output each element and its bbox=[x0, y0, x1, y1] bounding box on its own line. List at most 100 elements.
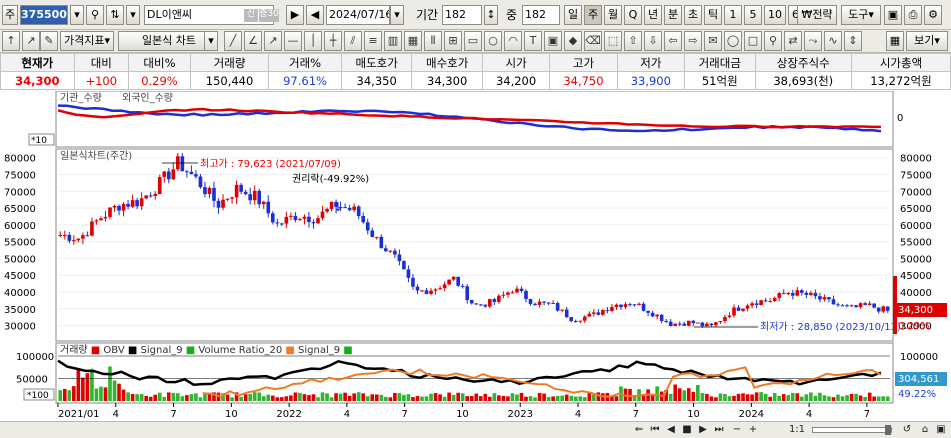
hline-tool-icon[interactable]: — bbox=[284, 31, 302, 51]
chart-svg[interactable]: 5000050000100000100000 30000300003500035… bbox=[0, 90, 951, 421]
zoom-in-icon[interactable]: + bbox=[746, 423, 760, 437]
eraser-tool-icon[interactable]: ⌫ bbox=[584, 31, 602, 51]
candle-body bbox=[117, 205, 121, 211]
x-tick-label: 10 bbox=[225, 409, 238, 420]
volume-bar bbox=[153, 394, 158, 401]
arrow-icon[interactable]: ↗ bbox=[22, 31, 40, 51]
candle-body bbox=[686, 320, 691, 326]
gann-tool-icon[interactable]: ⊞ bbox=[444, 31, 462, 51]
color-tool-icon[interactable]: ▣ bbox=[544, 31, 562, 51]
edit-icon[interactable]: ✎ bbox=[40, 31, 58, 51]
cursor-tool-icon[interactable]: ⬚ bbox=[604, 31, 622, 51]
cross-tool-icon[interactable]: ┼ bbox=[324, 31, 342, 51]
interval-button[interactable]: 분 bbox=[664, 5, 682, 25]
market-select[interactable]: 주 bbox=[2, 5, 18, 25]
arrow-right-tool-icon[interactable]: ⇨ bbox=[684, 31, 702, 51]
text-tool-icon[interactable]: T bbox=[524, 31, 542, 51]
reset-icon[interactable]: ↺ bbox=[900, 423, 914, 437]
zigzag-tool-icon[interactable]: ∿ bbox=[824, 31, 842, 51]
stop-icon[interactable]: ■ bbox=[680, 423, 694, 437]
interval-button[interactable]: 월 bbox=[604, 5, 622, 25]
chart-area[interactable]: 5000050000100000100000 30000300003500035… bbox=[0, 90, 951, 421]
up-down-tool-icon[interactable]: ⇕ bbox=[844, 31, 862, 51]
candle-body bbox=[876, 307, 881, 312]
volume-bar bbox=[465, 396, 470, 401]
arrow-up-tool-icon[interactable]: ⇧ bbox=[624, 31, 642, 51]
interval-button[interactable]: 일 bbox=[564, 5, 582, 25]
date-input[interactable]: 2024/07/16 bbox=[326, 5, 390, 25]
interval-button[interactable]: 초 bbox=[684, 5, 702, 25]
prev-icon[interactable]: ◀ bbox=[664, 423, 678, 437]
interval-button[interactable]: Q bbox=[624, 5, 642, 25]
prev-stock-icon[interactable]: ◀ bbox=[306, 5, 324, 25]
angle-tool-icon[interactable]: ∠ bbox=[244, 31, 262, 51]
channel-tool-icon[interactable]: ⫽ bbox=[344, 31, 362, 51]
print-icon[interactable]: ⎙ bbox=[904, 5, 922, 25]
view-button[interactable]: 보기▾ bbox=[906, 31, 948, 51]
save-icon[interactable]: ▣ bbox=[884, 5, 902, 25]
line-tool-icon[interactable]: ╱ bbox=[224, 31, 242, 51]
expand-icon[interactable]: ↑ bbox=[2, 31, 20, 51]
zoom-out-icon[interactable]: − bbox=[730, 423, 744, 437]
rect-tool-icon[interactable]: ▭ bbox=[464, 31, 482, 51]
oval-tool-icon[interactable]: ◯ bbox=[724, 31, 742, 51]
expand-chart-icon[interactable]: ▣ bbox=[934, 423, 948, 437]
arc-tool-icon[interactable]: ◠ bbox=[504, 31, 522, 51]
trend-tool-icon[interactable]: ⤳ bbox=[804, 31, 822, 51]
sort-icon[interactable]: ⇅ bbox=[106, 5, 124, 25]
vline-tool-icon[interactable]: │ bbox=[304, 31, 322, 51]
interval-button[interactable]: 10 bbox=[764, 5, 786, 25]
center-input[interactable]: 182 bbox=[522, 5, 560, 25]
last-page-icon[interactable]: ⏭ bbox=[712, 423, 726, 437]
settings-icon[interactable]: ⚙ bbox=[924, 5, 942, 25]
scroll-track[interactable] bbox=[812, 425, 892, 435]
candle-body bbox=[592, 312, 596, 314]
scroll-left-icon[interactable]: ⇐ bbox=[632, 423, 646, 437]
period-tool-icon[interactable]: ⫴ bbox=[424, 31, 442, 51]
interval-button[interactable]: 주 bbox=[584, 5, 602, 25]
interval-button[interactable]: 5 bbox=[744, 5, 762, 25]
first-page-icon[interactable]: ⏮ bbox=[648, 423, 662, 437]
sort-dropdown-icon[interactable]: ▾ bbox=[126, 5, 140, 25]
interval-button[interactable]: 년 bbox=[644, 5, 662, 25]
compare-tool-icon[interactable]: ⇄ bbox=[784, 31, 802, 51]
candle-body bbox=[252, 190, 257, 201]
interval-button[interactable]: 1 bbox=[724, 5, 742, 25]
period-spinner-icon[interactable]: ↕ bbox=[484, 5, 498, 25]
arrow-left-tool-icon[interactable]: ⇦ bbox=[664, 31, 682, 51]
fill-tool-icon[interactable]: ◆ bbox=[564, 31, 582, 51]
search-tool-icon[interactable]: ⚲ bbox=[764, 31, 782, 51]
quote-value-cell: 38,693(천) bbox=[754, 71, 852, 90]
layout-icon[interactable]: ▦ bbox=[886, 31, 904, 51]
interval-button[interactable]: 틱 bbox=[704, 5, 722, 25]
next-icon[interactable]: ▶ bbox=[696, 423, 710, 437]
candle-body bbox=[402, 261, 406, 270]
square-tool-icon[interactable]: □ bbox=[744, 31, 762, 51]
arrow-down-tool-icon[interactable]: ⇩ bbox=[644, 31, 662, 51]
scroll-thumb[interactable] bbox=[885, 425, 891, 435]
candle-body bbox=[718, 321, 723, 323]
code-dropdown-icon[interactable]: ▾ bbox=[70, 5, 84, 25]
period-input[interactable]: 182 bbox=[442, 5, 482, 25]
volume-bar bbox=[537, 392, 542, 401]
fib-tool-icon[interactable]: ≡ bbox=[364, 31, 382, 51]
tools-button[interactable]: 도구▾ bbox=[841, 5, 881, 25]
strategy-button[interactable]: ₩전략 bbox=[797, 5, 837, 25]
note-tool-icon[interactable]: ✉ bbox=[704, 31, 722, 51]
vbars-tool-icon[interactable]: ▥ bbox=[384, 31, 402, 51]
ray-tool-icon[interactable]: ↗ bbox=[264, 31, 282, 51]
date-dropdown-icon[interactable]: ▾ bbox=[390, 5, 404, 25]
circle-tool-icon[interactable]: ○ bbox=[484, 31, 502, 51]
volume-bar bbox=[72, 386, 76, 401]
search-icon[interactable]: ⚲ bbox=[86, 5, 104, 25]
grid-tool-icon[interactable]: ▦ bbox=[404, 31, 422, 51]
next-stock-icon[interactable]: ▶ bbox=[286, 5, 304, 25]
chart-type-select[interactable]: 일본식 차트 bbox=[118, 31, 218, 51]
candle-body bbox=[62, 235, 67, 237]
price-indicator-button[interactable]: 가격지표▾ bbox=[60, 31, 114, 51]
candle-body bbox=[320, 211, 325, 219]
stock-code-input[interactable]: 375500 bbox=[20, 5, 68, 25]
volume-bar bbox=[451, 394, 456, 401]
chart-type-dropdown-icon[interactable]: ▾ bbox=[204, 31, 218, 51]
home-icon[interactable]: ⌂ bbox=[918, 423, 932, 437]
